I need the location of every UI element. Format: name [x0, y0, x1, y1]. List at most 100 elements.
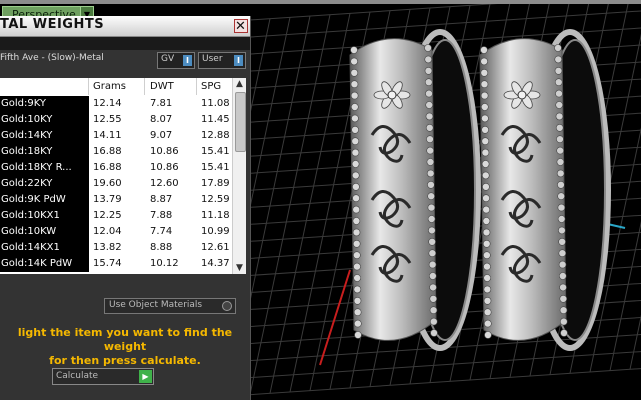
- dwt-cell: 8.07: [150, 114, 173, 125]
- ring-front-band: [349, 38, 437, 341]
- bead: [351, 148, 360, 157]
- dwt-cell: 10.86: [150, 146, 179, 157]
- calculate-button[interactable]: Calculate ▶: [52, 368, 154, 385]
- bead: [353, 296, 362, 305]
- bead: [353, 285, 362, 294]
- grams-cell: 12.25: [93, 210, 122, 221]
- bead: [482, 194, 490, 202]
- metal-name-cell: Gold:14KX1: [0, 240, 89, 256]
- bead: [483, 296, 492, 305]
- bead: [429, 283, 437, 292]
- left-ring[interactable]: [349, 29, 481, 351]
- instruction-line-2: for then press calculate.: [49, 354, 201, 367]
- metal-label: Fifth Ave - (Slow)-Metal: [0, 53, 104, 63]
- bead: [554, 44, 562, 52]
- bead: [481, 160, 490, 168]
- ring-front-band: [479, 38, 567, 341]
- bead: [424, 55, 433, 64]
- panel-title-bar[interactable]: TAL WEIGHTS ✕: [0, 16, 250, 37]
- grams-cell: 19.60: [93, 178, 122, 189]
- bead: [484, 331, 492, 339]
- column-divider: [196, 78, 197, 95]
- user-toggle[interactable]: User I: [198, 52, 246, 69]
- bead: [354, 319, 362, 328]
- gv-label: GV: [161, 54, 175, 64]
- spg-cell: 10.99: [201, 226, 230, 237]
- bead: [557, 215, 566, 223]
- bead: [483, 285, 492, 294]
- metal-name-cell: Gold:14K PdW: [0, 256, 89, 272]
- bead: [351, 114, 359, 123]
- table-row[interactable]: Gold:9K PdW 13.79 8.87 12.59: [0, 192, 233, 208]
- bead: [480, 57, 488, 66]
- bead: [426, 135, 434, 143]
- dwt-cell: 8.87: [150, 194, 173, 205]
- scroll-up-icon[interactable]: ▲: [233, 78, 246, 90]
- bead: [352, 217, 361, 225]
- column-header-dwt[interactable]: DWT: [150, 81, 174, 92]
- toggle-icon: I: [183, 55, 192, 66]
- table-row[interactable]: Gold:10KX1 12.25 7.88 11.18: [0, 208, 233, 224]
- bead: [426, 158, 435, 166]
- table-row[interactable]: Gold:14K PdW 15.74 10.12 14.37: [0, 256, 233, 272]
- table-row[interactable]: Gold:18KY 16.88 10.86 15.41: [0, 144, 233, 160]
- grams-cell: 12.14: [93, 98, 122, 109]
- use-object-materials-option[interactable]: Use Object Materials: [104, 298, 236, 314]
- bead: [352, 194, 360, 202]
- bead: [350, 57, 358, 66]
- grams-cell: 15.74: [93, 258, 122, 269]
- flower-center: [517, 90, 527, 100]
- bead: [556, 146, 564, 155]
- bead: [554, 67, 563, 75]
- spg-cell: 12.88: [201, 130, 230, 141]
- spg-cell: 11.45: [201, 114, 230, 125]
- dwt-cell: 12.60: [150, 178, 179, 189]
- table-row[interactable]: Gold:18KY R... 16.88 10.86 15.41: [0, 160, 233, 176]
- bead: [353, 251, 361, 259]
- table-row[interactable]: Gold:14KX1 13.82 8.88 12.61: [0, 240, 233, 256]
- bead: [558, 238, 566, 246]
- scroll-thumb[interactable]: [235, 92, 246, 152]
- scroll-down-icon[interactable]: ▼: [233, 262, 246, 274]
- bead: [483, 251, 491, 259]
- column-header-spg[interactable]: SPG: [201, 81, 221, 92]
- table-scrollbar[interactable]: ▲ ▼: [232, 78, 246, 274]
- spg-cell: 17.89: [201, 178, 230, 189]
- bead: [353, 274, 362, 282]
- table-row[interactable]: Gold:22KY 19.60 12.60 17.89: [0, 176, 233, 192]
- bead: [427, 192, 435, 200]
- instruction-line-1: light the item you want to find the weig…: [17, 326, 233, 353]
- bead: [425, 89, 433, 98]
- right-ring[interactable]: [479, 29, 611, 351]
- metal-name-cell: Gold:22KY: [0, 176, 89, 192]
- dwt-cell: 10.12: [150, 258, 179, 269]
- bead: [554, 78, 563, 86]
- table-row[interactable]: Gold:10KY 12.55 8.07 11.45: [0, 112, 233, 128]
- bead: [558, 272, 567, 280]
- radio-icon[interactable]: [222, 301, 232, 311]
- bead: [429, 317, 438, 326]
- bead: [425, 112, 434, 121]
- bead: [428, 272, 437, 280]
- bead: [557, 181, 565, 189]
- bead: [350, 103, 359, 111]
- table-row[interactable]: Gold:14KY 14.11 9.07 12.88: [0, 128, 233, 144]
- table-row[interactable]: Gold:9KY 12.14 7.81 11.08: [0, 96, 233, 112]
- bead: [424, 78, 433, 86]
- bead: [351, 160, 360, 168]
- bead: [555, 89, 563, 98]
- metal-name-cell: Gold:10KY: [0, 112, 89, 128]
- weights-table: Grams DWT SPG Gold:9KY 12.14 7.81 11.08 Gold…: [0, 78, 246, 274]
- gv-toggle[interactable]: GV I: [157, 52, 195, 69]
- metal-name-cell: Gold:9KY: [0, 96, 89, 112]
- bead: [482, 228, 491, 237]
- close-button[interactable]: ✕: [234, 19, 248, 33]
- bead: [430, 329, 438, 337]
- bead: [351, 137, 360, 145]
- column-header-grams[interactable]: Grams: [93, 81, 126, 92]
- panel-title: TAL WEIGHTS: [0, 17, 105, 32]
- toggle-icon: I: [234, 55, 243, 66]
- grams-cell: 14.11: [93, 130, 122, 141]
- bead: [352, 240, 361, 248]
- table-row[interactable]: Gold:10KW 12.04 7.74 10.99: [0, 224, 233, 240]
